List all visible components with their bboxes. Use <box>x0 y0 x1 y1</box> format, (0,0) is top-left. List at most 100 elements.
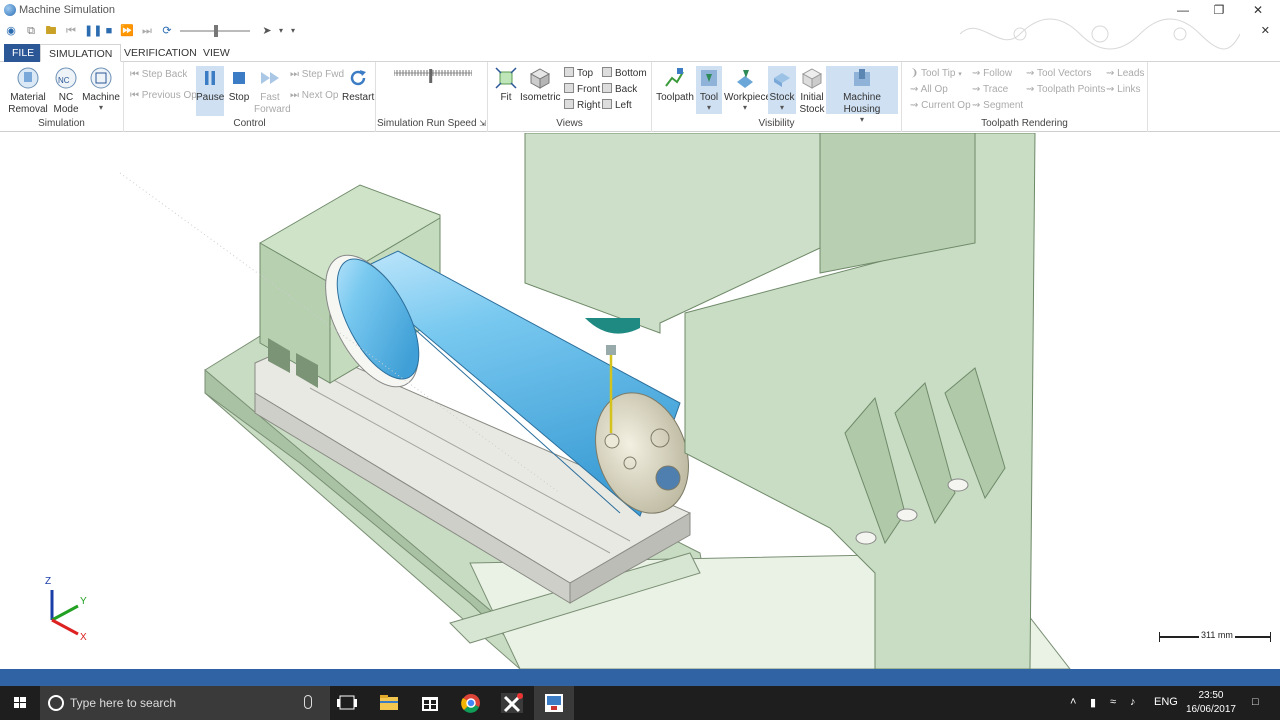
segment-button[interactable]: ⇝ Segment <box>972 99 1023 113</box>
step-fwd-button[interactable]: ⏭ Step Fwd <box>290 68 344 82</box>
toolpath-points-label: Toolpath Points <box>1036 84 1106 95</box>
tool-dropdown-caret[interactable]: ▾ <box>696 104 722 112</box>
quick-speed-thumb[interactable] <box>214 25 218 37</box>
app-menu-icon[interactable]: ◉ <box>4 24 18 38</box>
tray-expand-icon[interactable]: ˄ <box>1070 696 1076 708</box>
links-button[interactable]: ⇝ Links <box>1106 83 1141 97</box>
scale-label: 311 mm <box>1199 630 1235 640</box>
skip-end-quick-icon[interactable]: ⏭ <box>140 24 154 38</box>
view-top-button[interactable]: Top <box>564 67 593 81</box>
simulation-viewport[interactable]: Z Y X 311 mm <box>0 133 1280 669</box>
system-clock[interactable]: 23:50 16/06/2017 <box>1186 689 1236 717</box>
group-label-control: Control <box>233 118 266 129</box>
all-op-button[interactable]: ⇝ All Op <box>910 83 948 97</box>
forward-quick-icon[interactable]: ⏩ <box>120 24 134 38</box>
view-right-button[interactable]: Right <box>564 99 600 113</box>
dialog-launcher-icon[interactable]: ⇲ <box>479 119 486 128</box>
restore-button[interactable]: ❐ <box>1210 2 1228 18</box>
trace-button[interactable]: ⇝ Trace <box>972 83 1008 97</box>
pointer-icon[interactable]: ➤ <box>260 24 274 38</box>
wifi-icon[interactable]: ≈ <box>1110 696 1116 708</box>
trace-icon: ⇝ <box>972 84 983 95</box>
initial-stock-button[interactable]: Initial Stock <box>798 66 826 116</box>
tab-simulation[interactable]: SIMULATION <box>40 44 122 62</box>
task-view-button[interactable] <box>327 686 367 720</box>
stock-dropdown-caret[interactable]: ▾ <box>768 104 796 112</box>
material-removal-button[interactable]: Material Removal <box>6 66 50 116</box>
chrome-button[interactable] <box>451 686 491 720</box>
tool-tip-dropdown-caret[interactable]: ▾ <box>958 71 962 78</box>
previous-op-label: Previous Op <box>141 90 197 101</box>
stop-quick-icon[interactable]: ■ <box>102 24 116 38</box>
tab-file[interactable]: FILE <box>4 44 43 62</box>
close-ribbon-icon[interactable]: ✕ <box>1261 24 1270 37</box>
simulation-app-icon <box>545 694 563 712</box>
restart-button[interactable]: Restart <box>342 66 374 104</box>
follow-icon: ⇝ <box>972 68 984 79</box>
tool-button[interactable]: Tool ▾ <box>696 66 722 114</box>
machine-dropdown-caret[interactable]: ▾ <box>82 104 120 112</box>
tool-tip-button[interactable]: ❩ Tool Tip ▾ <box>910 67 962 81</box>
machine-housing-button[interactable]: Machine Housing ▾ <box>826 66 898 124</box>
clock-time: 23:50 <box>1198 690 1224 701</box>
simulation-speed-slider[interactable] <box>394 68 472 86</box>
close-window-button[interactable]: ✕ <box>1249 2 1267 18</box>
fit-button[interactable]: Fit <box>494 66 518 104</box>
nc-mode-button[interactable]: NC NC Mode <box>52 66 80 116</box>
pause-quick-icon[interactable]: ❚❚ <box>84 24 102 38</box>
tool-vectors-button[interactable]: ⇝ Tool Vectors <box>1026 67 1091 81</box>
cube-left-icon <box>602 99 612 109</box>
isometric-button[interactable]: Isometric <box>520 66 561 104</box>
follow-button[interactable]: ⇝ Follow <box>972 67 1012 81</box>
toolpath-points-button[interactable]: ⇝ Toolpath Points <box>1026 83 1105 97</box>
chrome-icon <box>461 694 480 713</box>
current-op-button[interactable]: ⇝ Current Op <box>910 99 971 113</box>
machine-scene[interactable]: Z Y X <box>0 133 1280 669</box>
toolpath-label: Toolpath <box>656 92 694 103</box>
battery-icon[interactable]: ▮ <box>1090 696 1096 709</box>
view-bottom-label: Bottom <box>615 68 647 79</box>
workpiece-dropdown-caret[interactable]: ▾ <box>724 104 766 112</box>
view-front-button[interactable]: Front <box>564 83 600 97</box>
machine-icon <box>90 67 112 89</box>
stop-button[interactable]: Stop <box>226 66 252 104</box>
language-indicator[interactable]: ENG <box>1154 696 1178 708</box>
view-back-button[interactable]: Back <box>602 83 637 97</box>
rewind-icon[interactable]: ⏮ <box>64 24 78 38</box>
taskbar-search[interactable]: Type here to search <box>40 686 330 720</box>
nx-app-button[interactable] <box>492 686 532 720</box>
quick-speed-slider[interactable] <box>180 25 250 37</box>
scale-bar: 311 mm <box>1159 630 1271 642</box>
notifications-icon[interactable]: □ <box>1252 696 1259 708</box>
axis-y-label: Y <box>80 596 87 607</box>
view-right-label: Right <box>577 100 601 111</box>
new-icon[interactable]: ⧉ <box>24 24 38 38</box>
tool-tip-label: Tool Tip <box>920 68 956 79</box>
next-op-button[interactable]: ⏭ Next Op <box>290 89 338 103</box>
store-button[interactable] <box>410 686 450 720</box>
start-button[interactable] <box>0 686 40 720</box>
simulation-app-button[interactable] <box>534 686 574 720</box>
machine-button[interactable]: Machine ▾ <box>82 66 120 112</box>
toolpath-button[interactable]: Toolpath <box>656 66 694 104</box>
previous-op-button[interactable]: ⏮ Previous Op <box>130 89 197 103</box>
volume-icon[interactable]: ♪ <box>1130 696 1136 708</box>
pause-button[interactable]: Pause <box>196 66 224 116</box>
view-bottom-button[interactable]: Bottom <box>602 67 647 81</box>
customize-caret-icon[interactable]: ▾ <box>286 24 300 38</box>
file-explorer-button[interactable] <box>369 686 409 720</box>
microphone-icon[interactable] <box>304 695 312 709</box>
leads-button[interactable]: ⇝ Leads <box>1106 67 1144 81</box>
workpiece-button[interactable]: Workpiece ▾ <box>724 66 771 112</box>
view-left-button[interactable]: Left <box>602 99 632 113</box>
simulation-speed-thumb[interactable] <box>429 69 433 83</box>
minimize-button[interactable]: — <box>1174 2 1192 18</box>
group-views: Fit Isometric Top Front Right Bottom Bac… <box>488 62 652 132</box>
stock-button[interactable]: Stock ▾ <box>768 66 796 114</box>
open-folder-icon[interactable]: 🖿 <box>44 24 58 38</box>
tab-verification[interactable]: VERIFICATION <box>116 44 205 62</box>
fast-forward-button[interactable]: Fast Forward <box>254 66 291 116</box>
tab-view[interactable]: VIEW <box>195 44 238 62</box>
step-back-button[interactable]: ⏮ Step Back <box>130 68 187 82</box>
restart-quick-icon[interactable]: ⟳ <box>160 24 174 38</box>
